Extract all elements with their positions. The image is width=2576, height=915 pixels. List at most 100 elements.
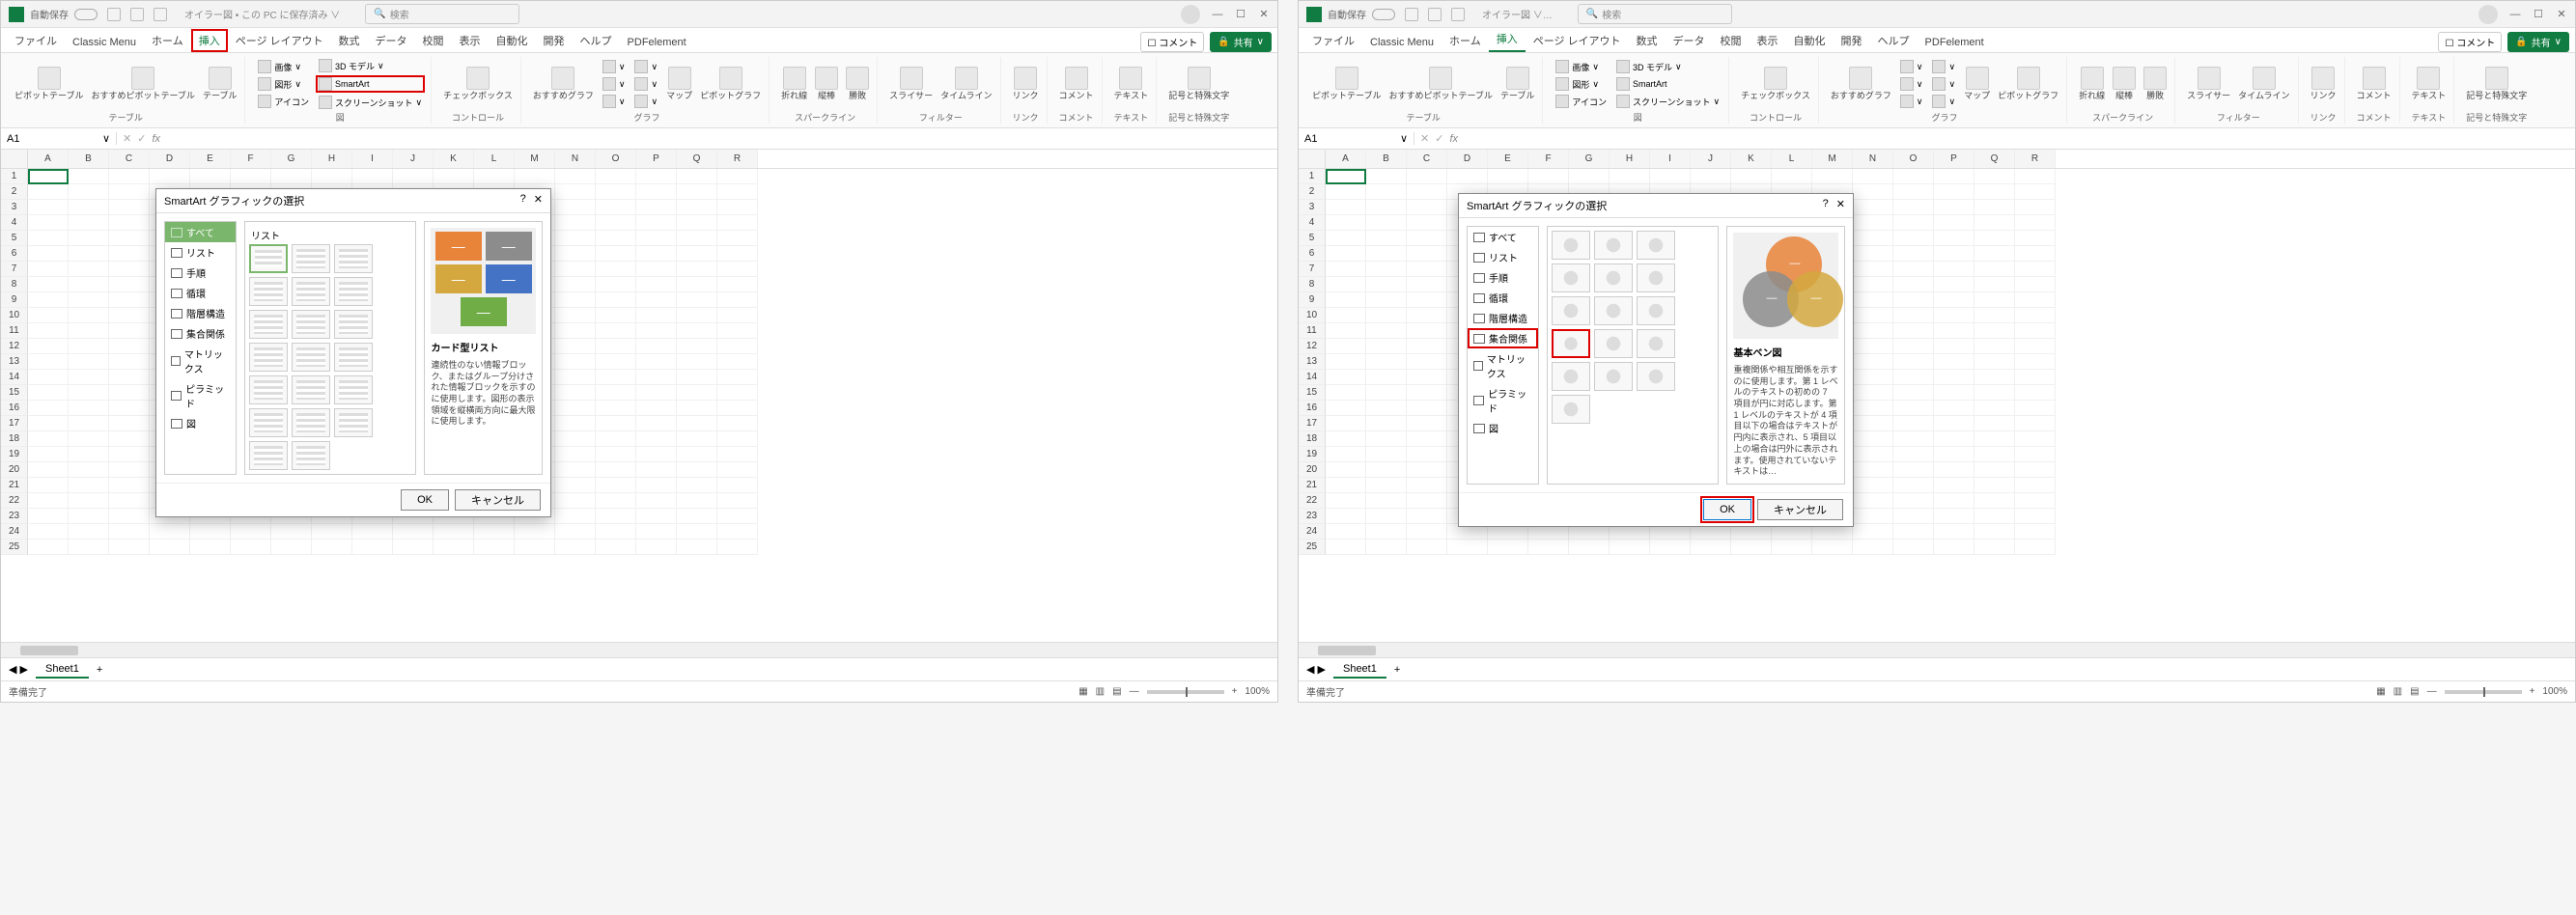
row-header[interactable]: 19 [1299, 447, 1326, 462]
layout-thumbnail[interactable] [1637, 231, 1675, 260]
cell[interactable] [1407, 262, 1447, 277]
column-header[interactable]: A [28, 150, 69, 168]
row-header[interactable]: 12 [1299, 339, 1326, 354]
row-header[interactable]: 2 [1, 184, 28, 200]
cell[interactable] [1366, 478, 1407, 493]
row-header[interactable]: 13 [1, 354, 28, 370]
row-header[interactable]: 6 [1, 246, 28, 262]
cell[interactable] [677, 540, 717, 555]
cell[interactable] [1407, 416, 1447, 431]
sparkline-column-button[interactable]: 縦棒 [2111, 65, 2138, 103]
ok-button[interactable]: OK [1703, 499, 1751, 520]
tab-formulas[interactable]: 数式 [331, 29, 368, 52]
cell[interactable] [2015, 200, 2056, 215]
cell[interactable] [1974, 478, 2015, 493]
column-header[interactable]: M [515, 150, 555, 168]
tab-help[interactable]: ヘルプ [1870, 29, 1918, 52]
row-header[interactable]: 3 [1299, 200, 1326, 215]
cell[interactable] [28, 431, 69, 447]
tab-data[interactable]: データ [368, 29, 415, 52]
text-button[interactable]: テキスト [2410, 65, 2449, 103]
cell[interactable] [717, 262, 758, 277]
cell[interactable] [1974, 292, 2015, 308]
cell[interactable] [1610, 540, 1650, 555]
symbol-button[interactable]: 記号と特殊文字 [1166, 65, 1231, 103]
icon-button[interactable]: アイコン [1553, 94, 1610, 109]
cell[interactable] [1326, 200, 1366, 215]
autosave-toggle[interactable] [74, 9, 98, 20]
view-page-icon[interactable]: ▥ [1096, 686, 1105, 697]
cell[interactable] [636, 493, 677, 509]
category-item[interactable]: すべて [165, 222, 236, 242]
row-header[interactable]: 10 [1, 308, 28, 323]
column-header[interactable]: H [312, 150, 352, 168]
ok-button[interactable]: OK [401, 489, 449, 511]
screenshot-button[interactable]: スクリーンショット ∨ [316, 95, 425, 110]
cell[interactable] [352, 540, 393, 555]
cell[interactable] [717, 169, 758, 184]
zoom-slider[interactable] [2445, 690, 2522, 694]
row-header[interactable]: 25 [1, 540, 28, 555]
cell[interactable] [1934, 339, 1974, 354]
cell[interactable] [69, 184, 109, 200]
layout-thumbnail[interactable] [334, 375, 373, 404]
cell[interactable] [28, 385, 69, 401]
column-header[interactable]: P [636, 150, 677, 168]
tab-classic-menu[interactable]: Classic Menu [65, 33, 144, 52]
cell[interactable] [717, 292, 758, 308]
cell[interactable] [636, 292, 677, 308]
category-item[interactable]: 循環 [165, 283, 236, 303]
cell[interactable] [1893, 200, 1934, 215]
cell[interactable] [109, 447, 150, 462]
cell[interactable] [109, 509, 150, 524]
cell[interactable] [677, 370, 717, 385]
cell[interactable] [28, 370, 69, 385]
slicer-button[interactable]: スライサー [2185, 65, 2232, 103]
cell[interactable] [1812, 169, 1853, 184]
cell[interactable] [677, 323, 717, 339]
cell[interactable] [677, 524, 717, 540]
cell[interactable] [636, 416, 677, 431]
cell[interactable] [596, 262, 636, 277]
layout-thumbnail[interactable] [1637, 362, 1675, 391]
cell[interactable] [1326, 354, 1366, 370]
cell[interactable] [515, 524, 555, 540]
cell[interactable] [717, 339, 758, 354]
cell[interactable] [109, 292, 150, 308]
document-name[interactable]: オイラー図 • この PC に保存済み ∨ [184, 7, 340, 21]
layout-thumbnail[interactable] [292, 310, 330, 339]
cell[interactable] [1407, 385, 1447, 401]
cell[interactable] [28, 401, 69, 416]
cell[interactable] [596, 447, 636, 462]
recommended-chart-button[interactable]: おすすめグラフ [531, 65, 596, 103]
cell[interactable] [69, 540, 109, 555]
cell[interactable] [1853, 524, 1893, 540]
cell[interactable] [677, 385, 717, 401]
cell[interactable] [69, 339, 109, 354]
dialog-help-icon[interactable]: ? [520, 193, 526, 208]
cell[interactable] [1650, 540, 1691, 555]
tab-view[interactable]: 表示 [1750, 29, 1786, 52]
layout-thumbnail[interactable] [1552, 263, 1590, 292]
column-header[interactable]: K [434, 150, 474, 168]
cell[interactable] [1934, 370, 1974, 385]
cell[interactable] [1934, 308, 1974, 323]
row-header[interactable]: 9 [1, 292, 28, 308]
dialog-close-icon[interactable]: ✕ [1836, 198, 1845, 213]
cell[interactable] [2015, 262, 2056, 277]
cell[interactable] [636, 509, 677, 524]
cell[interactable] [636, 184, 677, 200]
row-header[interactable]: 21 [1, 478, 28, 493]
cell[interactable] [1366, 462, 1407, 478]
comments-button[interactable]: ☐ コメント [2438, 32, 2502, 52]
redo-icon[interactable] [1451, 8, 1465, 21]
search-box[interactable]: 🔍 検索 [1578, 4, 1732, 24]
layout-thumbnail[interactable] [1552, 296, 1590, 325]
shape-button[interactable]: 図形 ∨ [255, 76, 312, 92]
tab-insert[interactable]: 挿入 [191, 29, 228, 52]
row-header[interactable]: 4 [1, 215, 28, 231]
column-header[interactable]: F [1528, 150, 1569, 168]
tab-file[interactable]: ファイル [1304, 29, 1362, 52]
cell[interactable] [677, 493, 717, 509]
cell[interactable] [717, 308, 758, 323]
